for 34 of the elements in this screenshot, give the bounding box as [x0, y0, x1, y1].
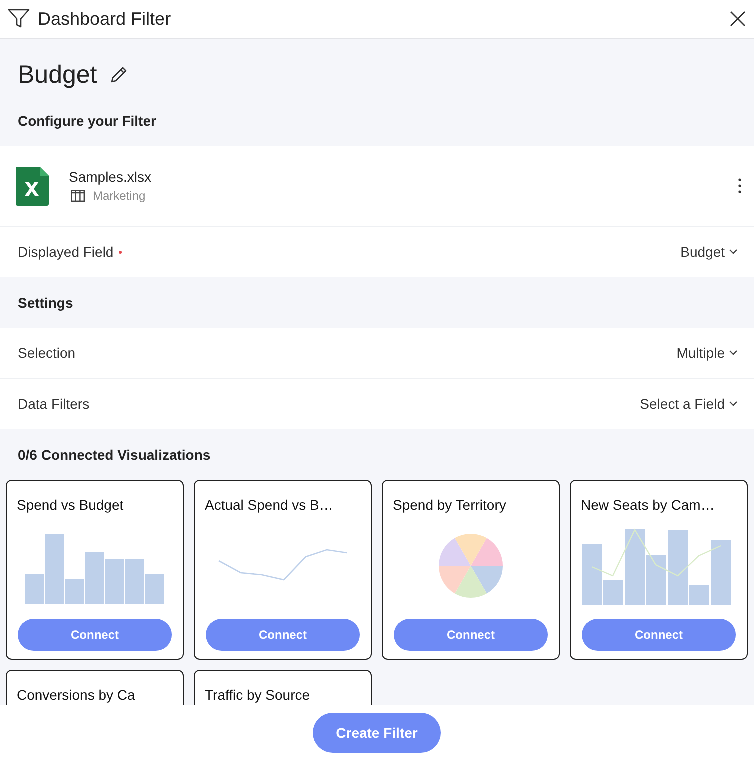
file-name: Samples.xlsx — [69, 169, 152, 185]
more-options-icon[interactable] — [738, 178, 742, 194]
chevron-down-icon — [729, 350, 738, 356]
setting-label: Selection — [18, 345, 76, 361]
displayed-field-dropdown[interactable]: Budget — [680, 244, 738, 260]
spreadsheet-file-icon — [16, 166, 49, 206]
filter-icon — [8, 9, 30, 29]
dialog-title: Dashboard Filter — [38, 8, 172, 30]
setting-dropdown[interactable]: Multiple — [676, 345, 738, 361]
setting-dropdown[interactable]: Select a Field — [640, 396, 738, 412]
visualization-title: Spend vs Budget — [17, 497, 125, 513]
filter-name: Budget — [18, 60, 98, 90]
connect-button[interactable]: Connect — [582, 619, 736, 651]
connect-button[interactable]: Connect — [394, 619, 548, 651]
setting-label: Data Filters — [18, 396, 90, 412]
pie-chart-thumbnail — [438, 533, 504, 599]
edit-icon[interactable] — [109, 65, 130, 85]
visualization-title: Spend by Territory — [393, 497, 508, 513]
sheet-name: Marketing — [93, 189, 146, 203]
section-heading: Configure your Filter — [17, 112, 158, 131]
visualization-title: New Seats by Cam… — [581, 497, 716, 513]
chevron-down-icon — [729, 249, 738, 255]
close-button[interactable] — [730, 11, 746, 27]
visualization-title: Conversions by Ca — [17, 687, 136, 703]
table-icon — [71, 190, 85, 202]
section-heading: 0/6 Connected Visualizations — [17, 446, 212, 464]
connect-button[interactable]: Connect — [18, 619, 172, 651]
visualization-title: Traffic by Source — [205, 687, 312, 703]
create-filter-button[interactable]: Create Filter — [313, 713, 441, 753]
chevron-down-icon — [729, 401, 738, 407]
connect-button[interactable]: Connect — [206, 619, 360, 651]
field-label: Displayed Field — [18, 244, 114, 260]
section-heading: Settings — [17, 294, 74, 313]
visualization-title: Actual Spend vs B… — [205, 497, 334, 513]
